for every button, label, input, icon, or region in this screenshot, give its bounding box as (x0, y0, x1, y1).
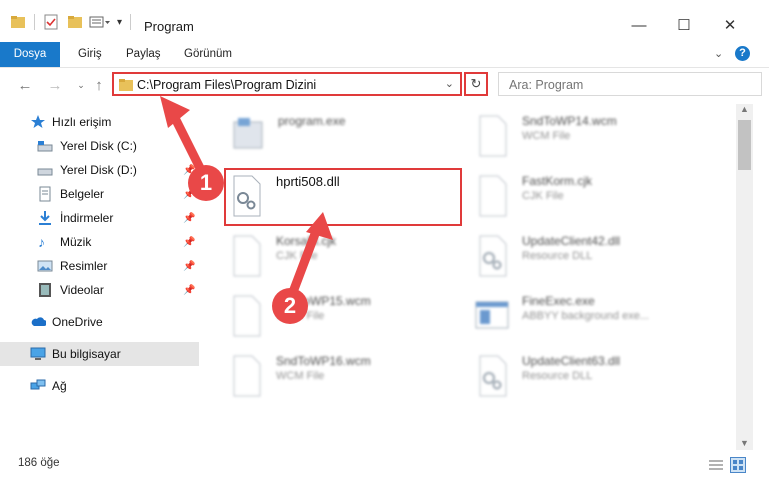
item-count: 186 öğe (18, 457, 60, 469)
scroll-up-icon[interactable]: ▲ (740, 104, 749, 114)
details-view-icon[interactable] (708, 458, 724, 472)
scroll-down-icon[interactable]: ▼ (740, 438, 749, 448)
scrollbar-thumb[interactable] (738, 120, 751, 170)
annotation-arrows (160, 96, 333, 305)
step-badge-2: 2 (272, 288, 308, 324)
large-icons-view-icon[interactable] (730, 457, 746, 473)
step-badge-1: 1 (188, 165, 224, 201)
status-bar: 186 öğe (0, 450, 769, 485)
